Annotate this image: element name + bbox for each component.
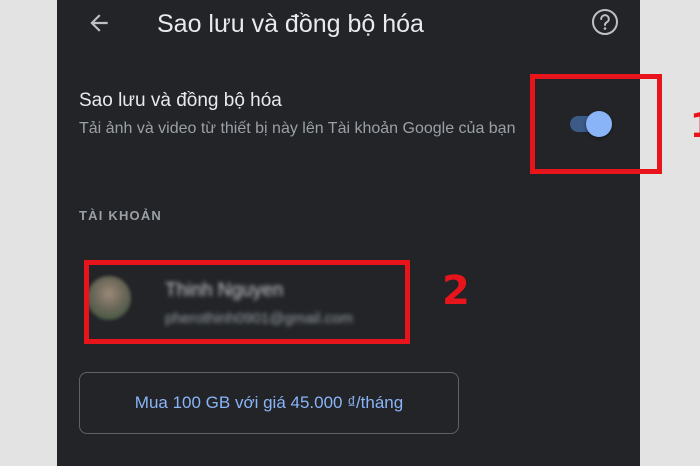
app-screen: Sao lưu và đồng bộ hóa Sao lưu và đồng b… [57, 0, 640, 466]
highlight-box-toggle [530, 74, 662, 174]
arrow-back-icon [86, 10, 112, 41]
backup-setting-description: Tải ảnh và video từ thiết bị này lên Tài… [79, 120, 516, 137]
backup-setting-title: Sao lưu và đồng bộ hóa [79, 90, 282, 111]
account-section-label: TÀI KHOẢN [79, 208, 163, 223]
annotation-number-2: 2 [442, 268, 470, 314]
help-button[interactable] [590, 8, 620, 41]
background-strip [640, 0, 700, 466]
annotation-number-1: 1 [690, 106, 700, 146]
help-circle-icon [591, 8, 619, 41]
page-title: Sao lưu và đồng bộ hóa [157, 10, 424, 38]
highlight-box-account [84, 260, 410, 344]
buy-storage-button[interactable]: Mua 100 GB với giá 45.000 ₫/tháng [79, 372, 459, 434]
back-button[interactable] [82, 8, 116, 42]
